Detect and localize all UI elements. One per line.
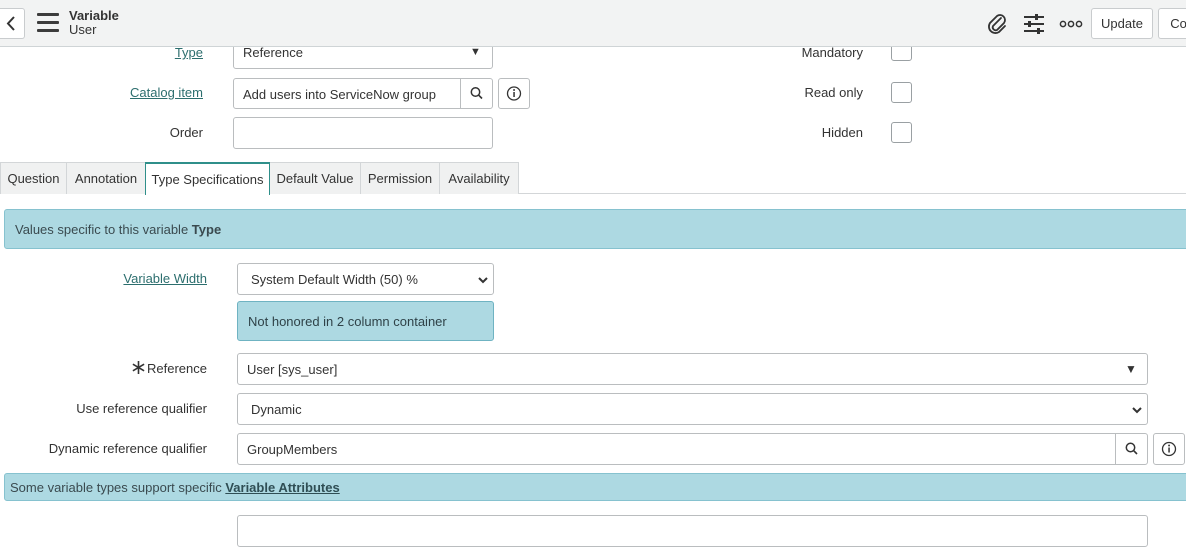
type-select[interactable]: Reference ▼ bbox=[233, 47, 493, 69]
required-asterisk-icon bbox=[131, 360, 146, 375]
paperclip-icon[interactable] bbox=[985, 12, 1009, 36]
read-only-checkbox[interactable] bbox=[891, 82, 912, 103]
settings-sliders-icon[interactable] bbox=[1022, 12, 1046, 36]
update-button[interactable]: Update bbox=[1091, 8, 1153, 39]
form-title: Variable bbox=[69, 8, 119, 23]
tab-permission[interactable]: Permission bbox=[360, 162, 440, 194]
caret-down-icon: ▼ bbox=[1125, 362, 1137, 376]
hidden-checkbox[interactable] bbox=[891, 122, 912, 143]
attributes-banner: Some variable types support specific Var… bbox=[4, 473, 1186, 501]
search-icon bbox=[470, 87, 483, 100]
read-only-label: Read only bbox=[804, 85, 863, 100]
tab-default-value[interactable]: Default Value bbox=[269, 162, 361, 194]
variable-attributes-link[interactable]: Variable Attributes bbox=[225, 480, 339, 495]
catalog-item-input[interactable]: Add users into ServiceNow group bbox=[233, 78, 461, 109]
tab-type-specifications[interactable]: Type Specifications bbox=[145, 162, 270, 195]
width-note-text: Not honored in 2 column container bbox=[248, 314, 447, 329]
type-banner-bold: Type bbox=[191, 222, 222, 237]
reference-value: User [sys_user] bbox=[247, 362, 338, 377]
dynamic-ref-qualifier-lookup-button[interactable] bbox=[1115, 433, 1148, 465]
form-subtitle: User bbox=[69, 22, 97, 37]
type-banner-text: Values specific to this variable bbox=[15, 222, 192, 237]
catalog-item-label[interactable]: Catalog item bbox=[100, 85, 203, 100]
use-ref-qualifier-select[interactable]: Dynamic bbox=[237, 393, 1148, 425]
variable-width-label[interactable]: Variable Width bbox=[60, 271, 207, 286]
mandatory-checkbox[interactable] bbox=[891, 47, 912, 61]
use-ref-qualifier-label: Use reference qualifier bbox=[76, 401, 207, 416]
chevron-down-icon bbox=[478, 277, 488, 284]
caret-down-icon: ▼ bbox=[470, 47, 481, 58]
type-row: Type Reference ▼ Mandatory bbox=[0, 47, 1186, 70]
copy-button[interactable]: Co bbox=[1158, 8, 1186, 39]
more-options-icon[interactable] bbox=[1059, 12, 1083, 36]
reference-label: Reference bbox=[147, 361, 207, 376]
info-icon bbox=[1161, 441, 1177, 457]
search-icon bbox=[1125, 442, 1138, 455]
menu-icon[interactable] bbox=[37, 13, 59, 33]
chevron-left-icon bbox=[6, 16, 15, 31]
reference-select[interactable]: User [sys_user] ▼ bbox=[237, 353, 1148, 385]
order-input[interactable] bbox=[233, 117, 493, 149]
catalog-item-lookup-button[interactable] bbox=[460, 78, 493, 109]
dynamic-ref-qualifier-label: Dynamic reference qualifier bbox=[48, 441, 207, 456]
variable-width-select[interactable]: System Default Width (50) % bbox=[237, 263, 494, 295]
form-header: Variable User Update Co bbox=[0, 0, 1186, 47]
type-banner: Values specific to this variable Type bbox=[4, 209, 1186, 249]
order-label: Order bbox=[169, 125, 203, 140]
info-icon bbox=[506, 86, 522, 101]
type-value: Reference bbox=[243, 47, 303, 60]
attributes-banner-text: Some variable types support specific bbox=[10, 480, 226, 495]
dynamic-ref-qualifier-input[interactable]: GroupMembers bbox=[237, 433, 1116, 465]
back-button[interactable] bbox=[0, 8, 25, 39]
tab-annotation[interactable]: Annotation bbox=[66, 162, 146, 194]
type-label[interactable]: Type bbox=[100, 47, 203, 60]
use-ref-qualifier-value: Dynamic bbox=[251, 402, 302, 417]
mandatory-label: Mandatory bbox=[801, 47, 863, 60]
catalog-item-info-button[interactable] bbox=[498, 78, 530, 109]
chevron-down-icon bbox=[1132, 407, 1142, 414]
catalog-item-value: Add users into ServiceNow group bbox=[243, 87, 436, 102]
tab-question[interactable]: Question bbox=[0, 162, 67, 194]
hidden-label: Hidden bbox=[821, 125, 863, 140]
variable-width-value: System Default Width (50) % bbox=[251, 272, 418, 287]
width-note: Not honored in 2 column container bbox=[237, 301, 494, 341]
tab-availability[interactable]: Availability bbox=[439, 162, 519, 194]
dynamic-ref-qualifier-value: GroupMembers bbox=[247, 442, 338, 457]
dynamic-ref-qualifier-info-button[interactable] bbox=[1153, 433, 1185, 465]
